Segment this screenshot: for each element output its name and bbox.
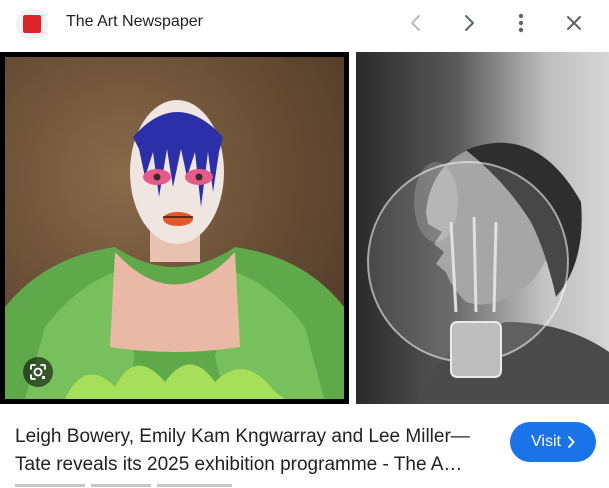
google-lens-button[interactable] bbox=[23, 357, 53, 387]
result-title[interactable]: Leigh Bowery, Emily Kam Kngwarray and Le… bbox=[15, 423, 495, 479]
image-strip bbox=[0, 52, 609, 404]
result-title-line-2: Tate reveals its 2025 exhibition program… bbox=[15, 454, 463, 475]
more-options-button[interactable] bbox=[507, 9, 535, 37]
visit-button-label: Visit bbox=[531, 433, 561, 450]
previous-button[interactable] bbox=[402, 9, 430, 37]
back-chevron-icon bbox=[411, 15, 420, 31]
visit-button[interactable]: Visit bbox=[510, 422, 596, 462]
next-button[interactable] bbox=[455, 9, 483, 37]
site-favicon bbox=[16, 8, 48, 40]
site-logo-square bbox=[23, 15, 41, 33]
image-card[interactable] bbox=[356, 52, 609, 404]
site-name[interactable]: The Art Newspaper bbox=[66, 13, 203, 31]
lens-icon bbox=[30, 364, 46, 380]
chevron-right-icon bbox=[568, 436, 575, 448]
image-card-selected[interactable] bbox=[0, 52, 349, 404]
lee-miller-photograph bbox=[367, 142, 609, 404]
forward-chevron-icon bbox=[465, 15, 474, 31]
portrait-illustration bbox=[5, 100, 344, 399]
viewer-header: The Art Newspaper bbox=[0, 0, 609, 46]
leigh-bowery-portrait bbox=[5, 57, 344, 399]
result-title-line-1: Leigh Bowery, Emily Kam Kngwarray and Le… bbox=[15, 426, 470, 447]
close-icon bbox=[567, 16, 581, 30]
more-vert-icon bbox=[518, 13, 524, 33]
close-button[interactable] bbox=[560, 9, 588, 37]
